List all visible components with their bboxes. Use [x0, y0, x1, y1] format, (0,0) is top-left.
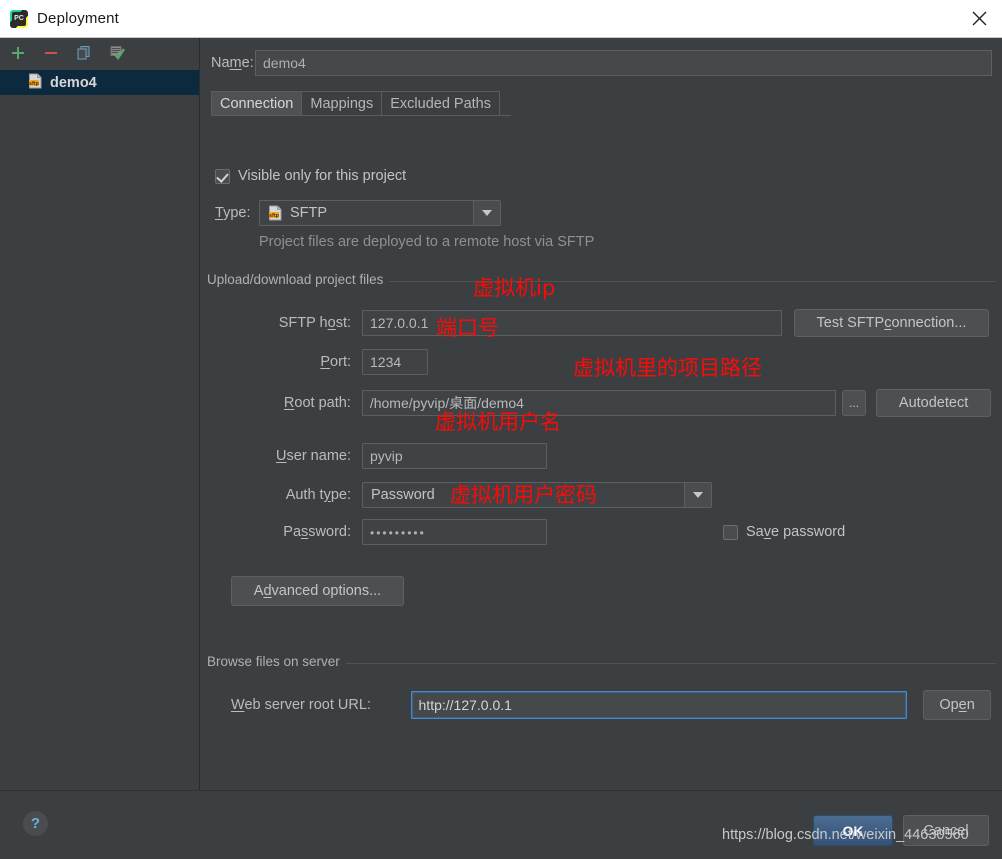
tab-connection[interactable]: Connection: [211, 91, 303, 116]
user-name-input[interactable]: pyvip: [362, 443, 547, 469]
sftp-host-row: SFTP host: 127.0.0.1 Test SFTP c onnectio…: [231, 309, 991, 337]
auth-type-row: Auth type: Password: [231, 481, 791, 509]
window-title: Deployment: [37, 10, 120, 27]
deployment-dialog: PC Deployment sftp demo4 Name: demo4 Con…: [0, 0, 1002, 859]
sidebar-toolbar: [0, 38, 199, 68]
server-tree: sftp demo4: [0, 70, 199, 95]
watermark-text: https://blog.csdn.net/weixin_44630560: [722, 827, 969, 843]
visible-only-checkbox[interactable]: [215, 168, 230, 184]
visible-only-label: Visible only for this project: [238, 168, 407, 184]
title-bar: PC Deployment: [0, 0, 1002, 38]
auth-type-select[interactable]: Password: [362, 482, 712, 508]
port-row: Port: 1234: [231, 349, 731, 375]
port-label: Port:: [320, 354, 351, 370]
type-value: SFTP: [290, 205, 328, 221]
password-label: Password:: [283, 524, 351, 540]
set-default-icon[interactable]: [107, 43, 127, 63]
save-password-row[interactable]: Save password: [723, 524, 845, 540]
svg-text:sftp: sftp: [29, 81, 40, 87]
open-button[interactable]: Op e n: [923, 690, 992, 720]
sftp-icon-small: sftp: [268, 205, 283, 221]
type-label: Type:: [215, 205, 251, 221]
root-path-row: Root path: /home/pyvip/桌面/demo4 ... Auto…: [231, 389, 991, 417]
web-server-url-row: Web server root URL: http://127.0.0.1 Op…: [231, 690, 992, 720]
browse-group-title: Browse files on server: [207, 654, 346, 669]
browse-button[interactable]: ...: [842, 390, 867, 416]
auth-type-label: Auth type:: [285, 487, 351, 503]
chevron-down-icon-auth[interactable]: [684, 483, 711, 507]
user-name-row: User name: pyvip: [231, 443, 731, 469]
type-row: Type: sftp SFTP: [215, 200, 501, 226]
tab-excluded-paths[interactable]: Excluded Paths: [381, 91, 500, 116]
add-icon[interactable]: [8, 43, 28, 63]
root-path-input[interactable]: /home/pyvip/桌面/demo4: [361, 390, 837, 416]
auth-type-value: Password: [371, 487, 435, 503]
sftp-host-input[interactable]: 127.0.0.1: [362, 310, 782, 336]
tab-bar: Connection Mappings Excluded Paths: [211, 90, 500, 116]
advanced-options-button[interactable]: Ad vanced options...: [231, 576, 404, 606]
servers-sidebar: sftp demo4: [0, 38, 200, 790]
user-name-label: User name:: [276, 448, 351, 464]
sftp-icon: sftp: [28, 73, 43, 93]
remove-icon[interactable]: [41, 43, 61, 63]
close-icon[interactable]: [956, 0, 1002, 37]
type-select[interactable]: sftp SFTP: [259, 200, 501, 226]
web-server-url-input[interactable]: http://127.0.0.1: [410, 691, 908, 719]
upload-group-title: Upload/download project files: [207, 272, 390, 287]
password-value: •••••••••: [370, 526, 426, 540]
root-path-label: Root path:: [283, 395, 351, 411]
type-hint: Project files are deployed to a remote h…: [259, 234, 595, 250]
sidebar-item-label: demo4: [50, 74, 97, 91]
web-server-url-label: Web server root URL:: [231, 697, 371, 713]
password-row: Password: ••••••••• Save password: [231, 519, 991, 545]
advanced-options-row: Ad vanced options...: [231, 576, 404, 606]
name-input[interactable]: demo4: [255, 50, 992, 76]
password-input[interactable]: •••••••••: [362, 519, 547, 545]
save-password-checkbox[interactable]: [723, 524, 738, 540]
copy-icon[interactable]: [74, 43, 94, 63]
port-input[interactable]: 1234: [362, 349, 428, 375]
svg-text:sftp: sftp: [269, 213, 280, 219]
connection-panel: Visible only for this project Type: sftp: [205, 116, 998, 782]
name-row: Name: demo4: [211, 50, 992, 76]
pycharm-icon: PC: [10, 9, 28, 28]
test-sftp-connection-button[interactable]: Test SFTP c onnection...: [794, 309, 989, 337]
visible-only-row[interactable]: Visible only for this project: [215, 168, 406, 184]
sidebar-item-demo4[interactable]: sftp demo4: [0, 70, 199, 95]
chevron-down-icon[interactable]: [473, 201, 500, 225]
tab-mappings[interactable]: Mappings: [301, 91, 383, 116]
sftp-host-label: SFTP host:: [278, 315, 351, 331]
dialog-content: Name: demo4 Connection Mappings Excluded…: [201, 38, 1002, 790]
save-password-label: Save password: [746, 524, 846, 540]
help-button[interactable]: ?: [23, 811, 48, 836]
name-label: Name:: [211, 55, 254, 71]
autodetect-button[interactable]: Autodetect: [876, 389, 991, 417]
